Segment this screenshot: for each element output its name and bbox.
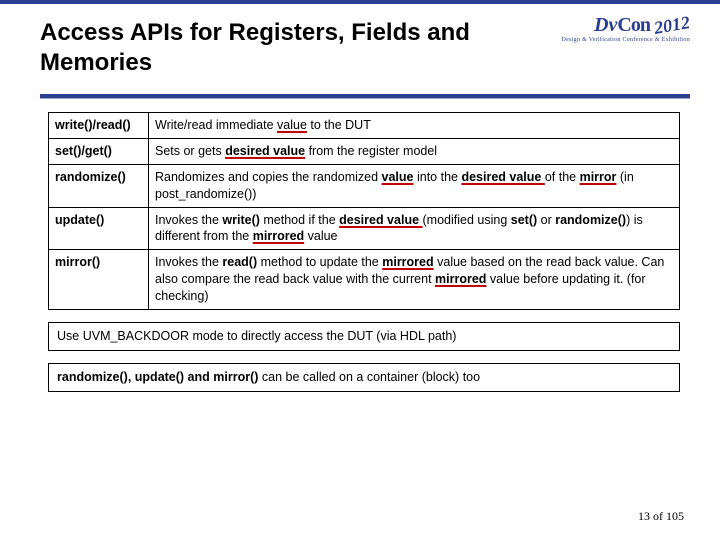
text-run: method if the (260, 213, 339, 227)
emphasis-underline: desired value (225, 144, 305, 158)
text-run: or (537, 213, 555, 227)
emphasis-underline: mirrored (435, 272, 486, 286)
emphasis-underline: desired value (461, 170, 544, 184)
table-row: write()/read()Write/read immediate value… (49, 113, 680, 139)
api-name: update() (49, 207, 149, 250)
emphasis-underline: value (277, 118, 307, 132)
text-run: (modified using (423, 213, 511, 227)
logo-dv: Dv (594, 14, 617, 36)
table-row: mirror()Invokes the read() method to upd… (49, 250, 680, 310)
emphasis-underline: mirror (580, 170, 617, 184)
table-row: update()Invokes the write() method if th… (49, 207, 680, 250)
text-run: Randomizes and copies the randomized (155, 170, 382, 184)
text-run: Invokes the (155, 213, 222, 227)
api-name: randomize() (49, 164, 149, 207)
emphasis-bold: read() (222, 255, 257, 269)
table-row: randomize()Randomizes and copies the ran… (49, 164, 680, 207)
api-description: Randomizes and copies the randomized val… (149, 164, 680, 207)
text-run: into the (414, 170, 462, 184)
logo-con: Con (617, 14, 650, 36)
text-run: value (304, 229, 337, 243)
note-container: randomize(), update() and mirror() can b… (48, 363, 680, 392)
api-table: write()/read()Write/read immediate value… (48, 112, 680, 310)
api-description: Invokes the read() method to update the … (149, 250, 680, 310)
table-row: set()/get()Sets or gets desired value fr… (49, 138, 680, 164)
emphasis-bold: randomize() (555, 213, 626, 227)
text-run: to the DUT (307, 118, 371, 132)
logo-year: 2012 (652, 12, 691, 39)
api-description: Write/read immediate value to the DUT (149, 113, 680, 139)
text-run: Sets or gets (155, 144, 225, 158)
note-backdoor: Use UVM_BACKDOOR mode to directly access… (48, 322, 680, 351)
note-container-bold: randomize(), update() and mirror() (57, 370, 258, 384)
content-area: write()/read()Write/read immediate value… (0, 112, 720, 392)
text-run: Invokes the (155, 255, 222, 269)
logo-subtitle: Design & Verification Conference & Exhib… (561, 37, 690, 43)
api-name: mirror() (49, 250, 149, 310)
emphasis-bold: set() (511, 213, 537, 227)
header-divider (40, 94, 690, 98)
emphasis-underline: mirrored (382, 255, 433, 269)
text-run: from the register model (305, 144, 437, 158)
header: Access APIs for Registers, Fields and Me… (0, 0, 720, 88)
page-total: 105 (666, 509, 684, 523)
api-name: write()/read() (49, 113, 149, 139)
page-title: Access APIs for Registers, Fields and Me… (40, 18, 561, 78)
note-container-rest: can be called on a container (block) too (258, 370, 480, 384)
page-counter: 13 of 105 (638, 509, 684, 524)
page-of: of (650, 509, 666, 523)
api-name: set()/get() (49, 138, 149, 164)
emphasis-underline: mirrored (253, 229, 304, 243)
emphasis-underline: value (382, 170, 414, 184)
top-accent-bar (0, 0, 720, 4)
text-run: Write/read immediate (155, 118, 277, 132)
emphasis-bold: write() (222, 213, 260, 227)
api-description: Invokes the write() method if the desire… (149, 207, 680, 250)
emphasis-underline: desired value (339, 213, 422, 227)
dvcon-logo: DvCon2012 Design & Verification Conferen… (561, 14, 690, 43)
text-run: method to update the (257, 255, 382, 269)
text-run: of the (545, 170, 580, 184)
page-current: 13 (638, 509, 650, 523)
api-description: Sets or gets desired value from the regi… (149, 138, 680, 164)
